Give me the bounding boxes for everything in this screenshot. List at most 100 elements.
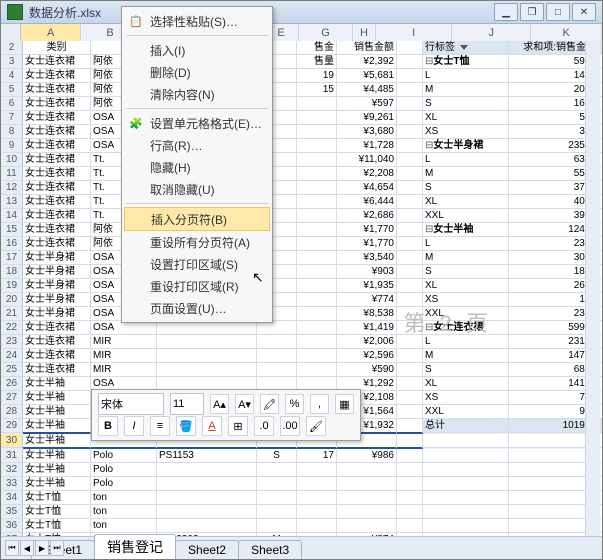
cell[interactable]: PS1153 <box>157 449 257 463</box>
col-H[interactable]: H <box>353 24 377 42</box>
cell[interactable] <box>297 111 337 125</box>
cell[interactable]: 类别 <box>23 41 91 55</box>
cell[interactable]: M <box>423 349 509 363</box>
cell[interactable] <box>297 463 337 477</box>
select-all-corner[interactable] <box>1 24 21 42</box>
cell[interactable]: 售金 <box>297 41 337 55</box>
font-size-input[interactable] <box>170 393 204 415</box>
cell[interactable]: 女士连衣裙 <box>23 167 91 181</box>
cell[interactable] <box>257 477 297 491</box>
cell[interactable]: M <box>423 83 509 97</box>
minimize-button[interactable]: ▁ <box>494 3 518 21</box>
cell[interactable]: 行标签 <box>423 41 509 55</box>
cell[interactable]: 女士连衣裙 <box>23 125 91 139</box>
cell[interactable]: 女士半袖 <box>23 477 91 491</box>
cell[interactable] <box>257 335 297 349</box>
row-header[interactable]: 10 <box>1 153 23 167</box>
row-header[interactable]: 5 <box>1 83 23 97</box>
row-header[interactable]: 29 <box>1 419 23 433</box>
cell[interactable] <box>157 477 257 491</box>
cell[interactable] <box>397 419 423 434</box>
cell[interactable]: XL <box>423 111 509 125</box>
cell[interactable]: ¥11,040 <box>337 153 397 167</box>
cell[interactable] <box>397 237 423 251</box>
cell[interactable] <box>157 321 257 335</box>
row-header[interactable]: 34 <box>1 491 23 505</box>
row-header[interactable]: 8 <box>1 125 23 139</box>
cell[interactable] <box>297 519 337 533</box>
maximize-button[interactable]: □ <box>546 3 570 21</box>
row-header[interactable]: 22 <box>1 321 23 335</box>
cell[interactable]: S <box>423 181 509 195</box>
close-button[interactable]: ✕ <box>572 3 596 21</box>
cell[interactable] <box>297 321 337 335</box>
cell[interactable] <box>297 279 337 293</box>
cell[interactable]: ⊟女士连衣裙 <box>423 321 509 335</box>
cell[interactable]: XL <box>423 279 509 293</box>
cell[interactable] <box>397 167 423 181</box>
cell[interactable] <box>297 209 337 223</box>
cell[interactable]: ¥5,681 <box>337 69 397 83</box>
decrease-decimal-button[interactable]: .00 <box>280 416 300 436</box>
cell[interactable]: 销售金额 <box>337 41 397 55</box>
cell[interactable]: 女士连衣裙 <box>23 69 91 83</box>
cell[interactable]: 女士连衣裙 <box>23 83 91 97</box>
cell[interactable]: ¥4,654 <box>337 181 397 195</box>
row-header[interactable]: 30 <box>1 434 23 448</box>
col-A[interactable]: A <box>21 24 81 42</box>
cell[interactable] <box>397 335 423 349</box>
spreadsheet-grid[interactable]: 2类别售金销售金额行标签 求和项:销售金额求和项:字段13女士连衣裙阿依售量¥2… <box>1 41 602 537</box>
cell[interactable] <box>297 237 337 251</box>
cell[interactable] <box>397 449 423 463</box>
grow-font-button[interactable]: A▴ <box>210 394 229 414</box>
cell[interactable] <box>297 167 337 181</box>
cell[interactable] <box>397 55 423 69</box>
cell[interactable]: 售量 <box>297 55 337 69</box>
cell[interactable]: ¥1,728 <box>337 139 397 153</box>
cell[interactable]: 女士半袖 <box>23 463 91 477</box>
cell[interactable]: ¥986 <box>337 449 397 463</box>
cell[interactable]: XXL <box>423 307 509 321</box>
cell[interactable]: ton <box>91 505 157 519</box>
cell[interactable] <box>397 477 423 491</box>
cell[interactable] <box>397 111 423 125</box>
cell[interactable]: 女士连衣裙 <box>23 335 91 349</box>
cell[interactable] <box>397 97 423 111</box>
row-header[interactable]: 11 <box>1 167 23 181</box>
tab-sheet2[interactable]: Sheet2 <box>175 540 239 559</box>
cell[interactable] <box>337 491 397 505</box>
cell[interactable] <box>257 491 297 505</box>
cell[interactable]: 女士连衣裙 <box>23 181 91 195</box>
row-header[interactable]: 24 <box>1 349 23 363</box>
cell[interactable]: 女士半袖 <box>23 434 91 449</box>
cell[interactable]: M <box>423 251 509 265</box>
cell[interactable] <box>423 477 509 491</box>
cell[interactable] <box>297 223 337 237</box>
shrink-font-button[interactable]: A▾ <box>235 394 254 414</box>
row-header[interactable]: 25 <box>1 363 23 377</box>
cell[interactable]: ¥597 <box>337 97 397 111</box>
cell[interactable]: ¥2,596 <box>337 349 397 363</box>
cell[interactable] <box>397 377 423 391</box>
cell[interactable]: 女士T恤 <box>23 505 91 519</box>
cell[interactable]: 19 <box>297 69 337 83</box>
cell[interactable]: ¥2,392 <box>337 55 397 69</box>
cell[interactable] <box>297 181 337 195</box>
cell[interactable] <box>397 139 423 153</box>
row-header[interactable]: 35 <box>1 505 23 519</box>
cell[interactable] <box>297 363 337 377</box>
cell[interactable] <box>297 251 337 265</box>
row-header[interactable]: 20 <box>1 293 23 307</box>
fill-color-button[interactable]: 🪣 <box>176 416 196 436</box>
cell[interactable]: L <box>423 153 509 167</box>
cell[interactable] <box>397 491 423 505</box>
percent-button[interactable]: % <box>285 394 304 414</box>
cell[interactable]: 女士连衣裙 <box>23 111 91 125</box>
cell[interactable]: 17 <box>297 449 337 463</box>
comma-button[interactable]: , <box>310 394 329 414</box>
cell[interactable] <box>157 463 257 477</box>
cell[interactable] <box>423 449 509 463</box>
format-painter-button[interactable]: 🖌 <box>306 416 326 436</box>
highlight-button[interactable]: 🖍 <box>260 394 279 414</box>
cell[interactable] <box>397 307 423 321</box>
